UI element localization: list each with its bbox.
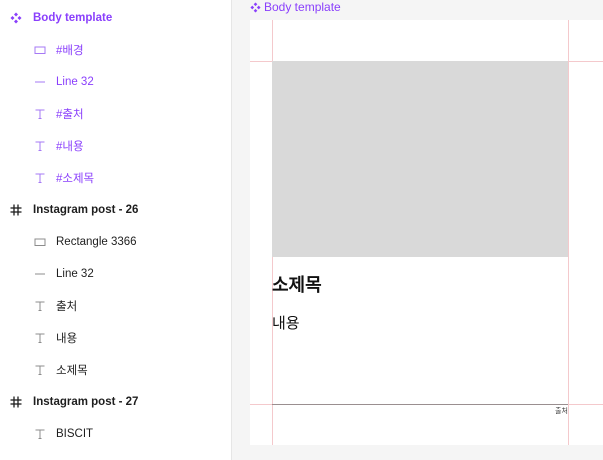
rectangle-icon — [33, 43, 47, 57]
source-text[interactable]: 출처 — [555, 406, 568, 416]
layer-row[interactable]: #내용 — [0, 130, 232, 162]
layer-row[interactable]: #배경 — [0, 34, 232, 66]
rectangle-icon — [33, 235, 47, 249]
layer-label: Line 32 — [56, 268, 94, 280]
frame-icon — [9, 395, 23, 409]
layer-row[interactable]: Line 32 — [0, 258, 232, 290]
text-icon — [33, 427, 47, 441]
layer-label: BISCIT — [56, 428, 94, 440]
body-template-frame[interactable]: 소제목 내용 출처 — [250, 20, 603, 445]
layer-row[interactable]: Line 32 — [0, 66, 232, 98]
layer-row-frame[interactable]: Instagram post - 26 — [0, 194, 232, 226]
layer-label: #출처 — [56, 109, 84, 121]
component-icon — [250, 1, 261, 13]
layer-label: Rectangle 3366 — [56, 236, 137, 248]
text-icon — [33, 171, 47, 185]
divider-line[interactable] — [272, 404, 568, 405]
layer-label: #배경 — [56, 45, 84, 57]
background-placeholder[interactable] — [272, 61, 568, 257]
text-icon — [33, 107, 47, 121]
layer-row[interactable]: 소제목 — [0, 354, 232, 386]
subtitle-text[interactable]: 소제목 — [272, 271, 322, 297]
text-icon — [33, 331, 47, 345]
layer-label: #내용 — [56, 141, 84, 153]
frame-title[interactable]: Body template — [250, 0, 341, 14]
layer-label: Line 32 — [56, 76, 94, 88]
component-icon — [9, 11, 23, 25]
canvas[interactable]: Body template 소제목 내용 출처 — [233, 0, 603, 460]
layer-row[interactable]: 출처 — [0, 290, 232, 322]
layer-label: Body template — [33, 12, 113, 24]
layer-label: 소제목 — [56, 365, 88, 377]
layer-row[interactable]: #출처 — [0, 98, 232, 130]
layer-row[interactable]: 내용 — [0, 322, 232, 354]
layer-label: 출처 — [56, 301, 78, 313]
line-icon — [33, 267, 47, 281]
content-text[interactable]: 내용 — [272, 312, 300, 333]
layer-row[interactable]: #소제목 — [0, 162, 232, 194]
layer-row[interactable]: Rectangle 3366 — [0, 226, 232, 258]
text-icon — [33, 139, 47, 153]
layer-label: Instagram post - 27 — [33, 396, 139, 408]
text-icon — [33, 363, 47, 377]
layer-label: #소제목 — [56, 173, 95, 185]
text-icon — [33, 299, 47, 313]
frame-title-label: Body template — [264, 0, 341, 14]
layers-panel: Body template #배경 Line 32 #출처 #내용 #소제목 Instagr… — [0, 0, 232, 460]
layer-row[interactable]: BISCIT — [0, 418, 232, 450]
layer-label: Instagram post - 26 — [33, 204, 139, 216]
layer-row-component[interactable]: Body template — [0, 2, 232, 34]
layer-label: 내용 — [56, 333, 78, 345]
frame-icon — [9, 203, 23, 217]
line-icon — [33, 75, 47, 89]
layer-row-frame[interactable]: Instagram post - 27 — [0, 386, 232, 418]
layout-guide-right — [568, 20, 569, 445]
